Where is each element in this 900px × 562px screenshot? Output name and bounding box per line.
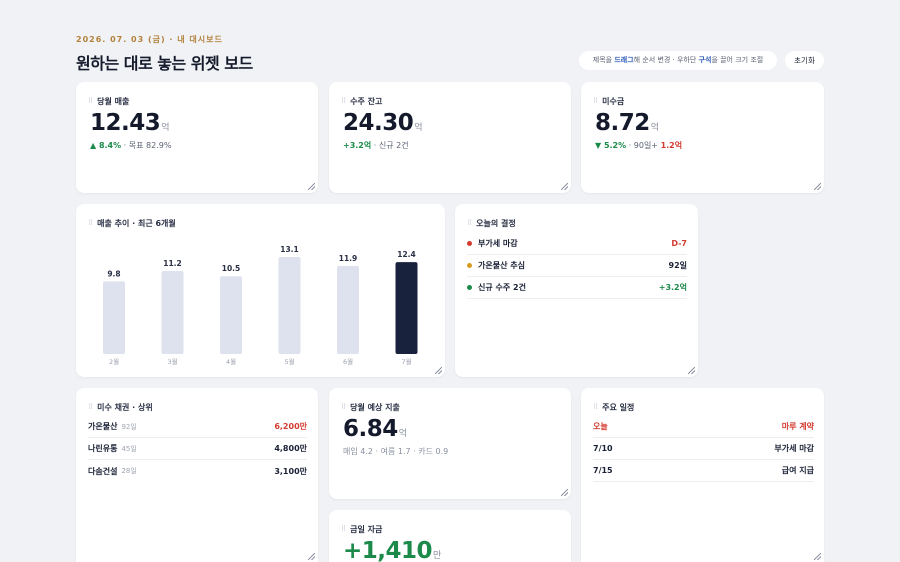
debtor-row[interactable]: 나린유통 45일 4,800만 xyxy=(88,438,307,460)
widget-drag-handle[interactable]: ⠿ 미수 채권 · 상위 xyxy=(88,402,153,413)
status-dot-icon xyxy=(467,241,472,246)
backlog-delta: +3.2억 · 신규 2건 xyxy=(343,141,409,150)
chart-data-label: 13.1 xyxy=(280,245,299,254)
widget-top-debtors: ⠿ 미수 채권 · 상위 가온물산 92일 6,200만 나린유통 45일 4,8… xyxy=(76,388,318,562)
receivable-value: 8.72억 xyxy=(595,110,659,136)
resize-handle-icon[interactable] xyxy=(814,183,821,190)
chart-data-label: 10.5 xyxy=(222,264,241,273)
chart-tick-label: 5월 xyxy=(284,357,294,366)
widget-drag-handle[interactable]: ⠿ 오늘의 결정 xyxy=(467,218,516,229)
chart-tick-label: 2월 xyxy=(109,357,119,366)
reset-button[interactable]: 초기화 xyxy=(785,51,824,70)
status-dot-icon xyxy=(467,263,472,268)
dashboard-date: 2026. 07. 03 (금) · 내 대시보드 xyxy=(76,35,223,44)
resize-handle-icon[interactable] xyxy=(814,553,821,560)
widget-today-decisions: ⠿ 오늘의 결정 부가세 마감 D-7 가온물산 추심 92일 신규 수주 2건 … xyxy=(455,204,698,377)
chart-data-label: 11.9 xyxy=(339,254,358,263)
widget-drag-handle[interactable]: ⠿ 금일 자금 xyxy=(341,524,382,535)
schedule-row[interactable]: 오늘 마루 계약 xyxy=(593,416,814,438)
usage-hint: 제목을 드래그해 순서 변경 · 우하단 구석을 끌어 크기 조절 xyxy=(579,51,777,70)
resize-handle-icon[interactable] xyxy=(561,183,568,190)
sales-delta: ▲ 8.4% · 목표 82.9% xyxy=(90,141,172,150)
status-dot-icon xyxy=(467,285,472,290)
backlog-value: 24.30억 xyxy=(343,110,423,136)
receivable-delta: ▼ 5.2% · 90일+ 1.2억 xyxy=(595,141,683,150)
chart-data-label: 9.8 xyxy=(107,269,120,278)
drag-grip-icon: ⠿ xyxy=(88,403,93,411)
widget-monthly-expense: ⠿ 당월 예상 지출 6.84억 매입 4.2 · 여름 1.7 · 카드 0.9 xyxy=(329,388,571,499)
chart-bar xyxy=(278,256,301,354)
page-title: 원하는 대로 놓는 위젯 보드 xyxy=(76,54,253,73)
decision-item[interactable]: 부가세 마감 D-7 xyxy=(467,233,687,255)
chart-tick-label: 7월 xyxy=(401,357,411,366)
drag-grip-icon: ⠿ xyxy=(341,97,346,105)
widget-monthly-sales: ⠿ 당월 매출 12.43억 ▲ 8.4% · 목표 82.9% xyxy=(76,82,318,193)
chart-data-label: 11.2 xyxy=(163,259,182,268)
widget-today-cash: ⠿ 금일 자금 +1,410만 xyxy=(329,510,571,562)
widget-drag-handle[interactable]: ⠿ 당월 매출 xyxy=(88,96,129,107)
drag-grip-icon: ⠿ xyxy=(593,97,598,105)
cash-value: +1,410만 xyxy=(343,538,441,562)
resize-handle-icon[interactable] xyxy=(688,367,695,374)
chart-bar xyxy=(395,262,418,354)
expense-breakdown: 매입 4.2 · 여름 1.7 · 카드 0.9 xyxy=(343,447,449,456)
resize-handle-icon[interactable] xyxy=(308,553,315,560)
sales-value: 12.43억 xyxy=(90,110,170,136)
resize-handle-icon[interactable] xyxy=(308,183,315,190)
sales-trend-chart: 9.8 2월 11.2 3월 10.5 4월 13.1 5월 11.9 6월 12.4 7월 xyxy=(103,245,418,366)
widget-drag-handle[interactable]: ⠿ 당월 예상 지출 xyxy=(341,402,400,413)
schedule-row[interactable]: 7/10 부가세 마감 xyxy=(593,438,814,460)
drag-grip-icon: ⠿ xyxy=(467,219,472,227)
widget-drag-handle[interactable]: ⠿ 미수금 xyxy=(593,96,624,107)
expense-value: 6.84억 xyxy=(343,416,407,442)
chart-tick-label: 4월 xyxy=(226,357,236,366)
drag-grip-icon: ⠿ xyxy=(593,403,598,411)
chart-tick-label: 6월 xyxy=(343,357,353,366)
chart-bar xyxy=(220,276,242,354)
drag-grip-icon: ⠿ xyxy=(341,525,346,533)
widget-sales-trend: ⠿ 매출 추이 · 최근 6개월 9.8 2월 11.2 3월 10.5 4월 13.1 5월 1… xyxy=(76,204,445,377)
chart-bar xyxy=(161,271,184,354)
widget-drag-handle[interactable]: ⠿ 수주 잔고 xyxy=(341,96,382,107)
drag-grip-icon: ⠿ xyxy=(88,97,93,105)
debtor-row[interactable]: 가온물산 92일 6,200만 xyxy=(88,416,307,438)
decision-item[interactable]: 가온물산 추심 92일 xyxy=(467,255,687,277)
resize-handle-icon[interactable] xyxy=(435,367,442,374)
chart-bar xyxy=(103,281,125,354)
decision-item[interactable]: 신규 수주 2건 +3.2억 xyxy=(467,277,687,299)
widget-order-backlog: ⠿ 수주 잔고 24.30억 +3.2억 · 신규 2건 xyxy=(329,82,571,193)
resize-handle-icon[interactable] xyxy=(561,489,568,496)
chart-data-label: 12.4 xyxy=(397,250,416,259)
widget-key-schedule: ⠿ 주요 일정 오늘 마루 계약 7/10 부가세 마감 7/15 급여 지급 xyxy=(581,388,824,562)
chart-bar xyxy=(337,265,359,354)
widget-drag-handle[interactable]: ⠿ 주요 일정 xyxy=(593,402,634,413)
debtor-row[interactable]: 다솜건설 28일 3,100만 xyxy=(88,460,307,482)
schedule-row[interactable]: 7/15 급여 지급 xyxy=(593,460,814,482)
widget-receivables: ⠿ 미수금 8.72억 ▼ 5.2% · 90일+ 1.2억 xyxy=(581,82,824,193)
chart-tick-label: 3월 xyxy=(167,357,177,366)
drag-grip-icon: ⠿ xyxy=(341,403,346,411)
